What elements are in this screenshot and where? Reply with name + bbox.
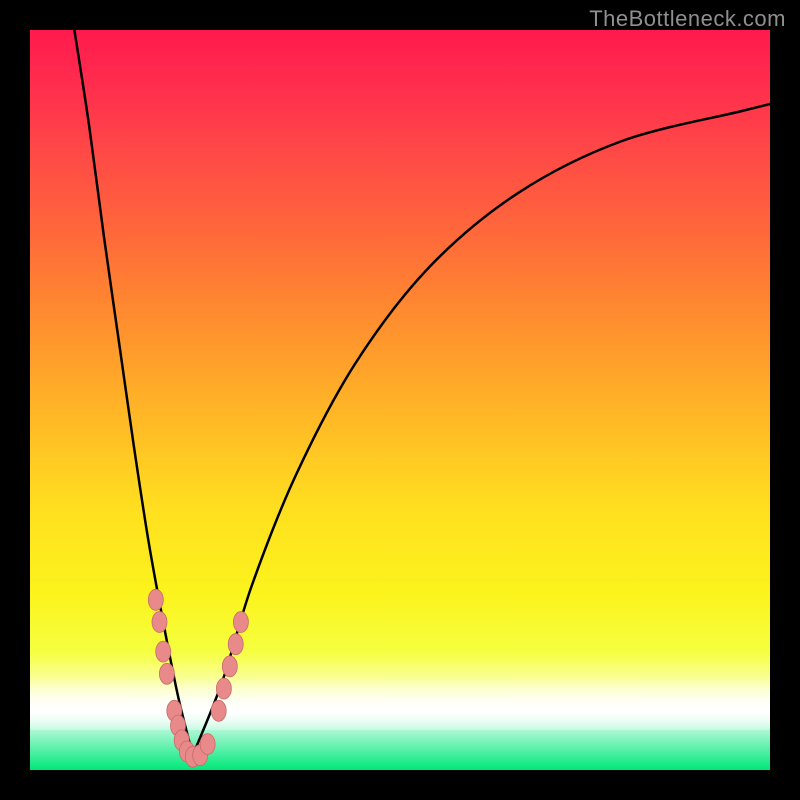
valley-marker xyxy=(148,589,163,610)
valley-marker xyxy=(156,641,171,662)
watermark-text: TheBottleneck.com xyxy=(589,6,786,32)
valley-marker xyxy=(193,745,208,766)
valley-marker xyxy=(228,634,243,655)
curve-layer xyxy=(30,30,770,770)
valley-marker xyxy=(159,663,174,684)
valley-marker xyxy=(233,612,248,633)
left-branch-curve xyxy=(74,30,192,755)
valley-marker xyxy=(185,746,200,767)
right-branch-curve xyxy=(193,104,770,755)
valley-marker xyxy=(179,741,194,762)
valley-marker xyxy=(200,734,215,755)
plot-area xyxy=(30,30,770,770)
valley-marker xyxy=(152,612,167,633)
valley-markers xyxy=(148,589,248,767)
valley-marker xyxy=(216,678,231,699)
valley-marker xyxy=(211,700,226,721)
chart-frame: TheBottleneck.com xyxy=(0,0,800,800)
valley-marker xyxy=(174,730,189,751)
valley-marker xyxy=(171,715,186,736)
valley-marker xyxy=(222,656,237,677)
valley-marker xyxy=(167,700,182,721)
pale-band xyxy=(30,678,770,730)
